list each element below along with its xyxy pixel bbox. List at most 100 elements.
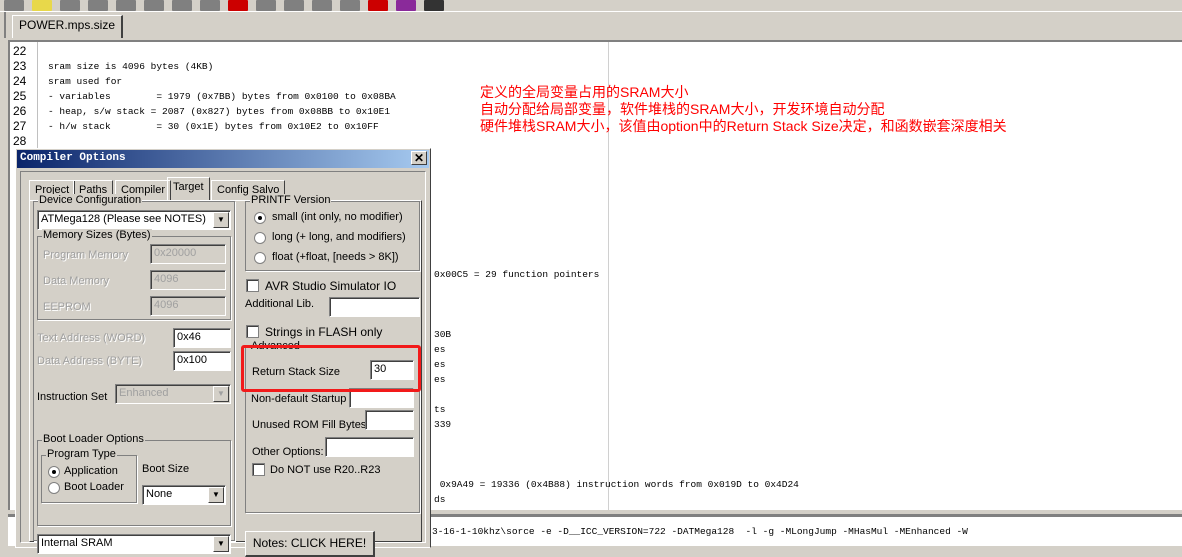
strings-flash-checkbox[interactable]: [246, 325, 259, 338]
chevron-down-icon[interactable]: ▼: [208, 487, 224, 503]
no-r20-checkbox[interactable]: [252, 463, 265, 476]
instruction-set-select[interactable]: Enhanced ▼: [115, 384, 231, 404]
printf-float-radio[interactable]: [254, 252, 266, 264]
paste-icon[interactable]: [172, 0, 192, 11]
chip-icon[interactable]: [312, 0, 332, 11]
application-label: Application: [64, 465, 118, 477]
memory-sizes-label: Memory Sizes (Bytes): [42, 229, 152, 241]
options-icon[interactable]: [284, 0, 304, 11]
printf-long-radio[interactable]: [254, 232, 266, 244]
eeprom-label: EEPROM: [43, 301, 91, 313]
data-address-label: Data Address (BYTE): [37, 355, 143, 367]
boot-loader-radio-label: Boot Loader: [64, 481, 124, 493]
printf-version-label: PRINTF Version: [250, 194, 332, 206]
line-number: 28: [13, 134, 27, 148]
code-line-fragment: 30B: [434, 329, 452, 340]
line-number: 23: [13, 59, 27, 73]
printf-float-label: float (+float, [needs > 8K]): [272, 251, 399, 263]
strings-flash-label: Strings in FLASH only: [265, 325, 383, 339]
memory-type-value: Internal SRAM: [41, 537, 113, 549]
close-icon[interactable]: ✕: [411, 151, 427, 165]
no-r20-label: Do NOT use R20..R23: [270, 464, 381, 476]
additional-lib-field[interactable]: [329, 297, 420, 317]
code-line-fragment: es: [434, 359, 446, 370]
file-tabstrip: POWER.mps.size: [4, 12, 1182, 38]
data-memory-field[interactable]: 4096: [150, 270, 226, 290]
program-type-label: Program Type: [46, 448, 117, 460]
chevron-down-icon[interactable]: ▼: [213, 536, 229, 552]
code-line: - h/w stack = 30 (0x1E) bytes from 0x10E…: [48, 121, 379, 132]
boot-loader-radio[interactable]: [48, 482, 60, 494]
instruction-set-value: Enhanced: [119, 387, 169, 399]
build-icon[interactable]: [228, 0, 248, 11]
code-line: - heap, s/w stack = 2087 (0x827) bytes f…: [48, 106, 391, 117]
nondefault-startup-label: Non-default Startup: [251, 393, 347, 405]
printf-version-group: PRINTF Version small (int only, no modif…: [245, 194, 420, 271]
line-number: 26: [13, 104, 27, 118]
toolbar: [0, 0, 1182, 12]
wizard-icon[interactable]: [396, 0, 416, 11]
code-line-fragment: 339: [434, 419, 452, 430]
printf-small-radio[interactable]: [254, 212, 266, 224]
file-tab[interactable]: POWER.mps.size: [12, 15, 124, 38]
open-folder-icon[interactable]: [32, 0, 52, 11]
line-number: 22: [13, 44, 27, 58]
code-line-fragment: ds: [434, 494, 446, 505]
boot-loader-label: Boot Loader Options: [42, 433, 145, 445]
code-line-fragment: es: [434, 344, 446, 355]
data-address-field[interactable]: 0x100: [173, 351, 231, 371]
package-icon[interactable]: [88, 0, 108, 11]
highlight-box: [241, 345, 421, 392]
tab-target[interactable]: Target: [167, 177, 210, 201]
save-icon[interactable]: [60, 0, 80, 11]
program-type-group: Program Type Application Boot Loader: [41, 448, 137, 503]
device-select[interactable]: ATMega128 (Please see NOTES) ▼: [37, 210, 231, 230]
printf-small-label: small (int only, no modifier): [272, 211, 403, 223]
boot-size-label: Boot Size: [142, 463, 190, 475]
boot-size-value: None: [146, 488, 173, 500]
program-memory-field[interactable]: 0x20000: [150, 244, 226, 264]
code-line-fragment: 0x00C5 = 29 function pointers: [434, 269, 600, 280]
dialog-title-bar[interactable]: Compiler Options ✕: [17, 150, 429, 168]
printf-long-label: long (+ long, and modifiers): [272, 231, 406, 243]
boot-size-select[interactable]: None ▼: [142, 485, 226, 505]
application-radio[interactable]: [48, 466, 60, 478]
binary-icon[interactable]: [368, 0, 388, 11]
copy-icon[interactable]: [144, 0, 164, 11]
code-line-fragment: es: [434, 374, 446, 385]
notes-button[interactable]: Notes: CLICK HERE!: [245, 531, 375, 557]
avr-sim-checkbox[interactable]: [246, 279, 259, 292]
cut-icon[interactable]: [116, 0, 136, 11]
text-address-label: Text Address (WORD): [37, 332, 146, 344]
line-number: 27: [13, 119, 27, 133]
chevron-down-icon[interactable]: ▼: [213, 212, 229, 228]
avr-sim-label: AVR Studio Simulator IO: [265, 279, 397, 293]
unused-rom-label: Unused ROM Fill Bytes: [252, 419, 367, 431]
code-line: sram size is 4096 bytes (4KB): [48, 61, 214, 72]
device-value: ATMega128 (Please see NOTES): [41, 213, 206, 225]
new-file-icon[interactable]: [4, 0, 24, 11]
additional-lib-label: Additional Lib.: [245, 298, 315, 310]
find-icon[interactable]: [200, 0, 220, 11]
stop-icon[interactable]: [256, 0, 276, 11]
other-options-field[interactable]: [325, 437, 414, 457]
text-address-field[interactable]: 0x46: [173, 328, 231, 348]
program-memory-label: Program Memory: [43, 249, 128, 261]
dialog-title: Compiler Options: [20, 152, 126, 164]
memory-sizes-group: Memory Sizes (Bytes) Program Memory 0x20…: [37, 229, 231, 320]
instruction-set-label: Instruction Set: [37, 391, 108, 403]
programmer-icon[interactable]: [424, 0, 444, 11]
other-options-label: Other Options:: [252, 446, 324, 458]
eeprom-field[interactable]: 4096: [150, 296, 226, 316]
chevron-down-icon[interactable]: ▼: [213, 386, 229, 402]
device-config-label: Device Configuration: [38, 194, 143, 206]
code-line: sram used for: [48, 76, 123, 87]
memory-type-select[interactable]: Internal SRAM ▼: [37, 534, 231, 554]
chip2-icon[interactable]: [340, 0, 360, 11]
annotation-hw-stack: 硬件堆栈SRAM大小，该值由option中的Return Stack Size决…: [480, 118, 1007, 134]
unused-rom-field[interactable]: [365, 410, 414, 430]
code-line: - variables = 1979 (0x7BB) bytes from 0x…: [48, 91, 396, 102]
data-memory-label: Data Memory: [43, 275, 110, 287]
code-line-fragment: ts: [434, 404, 446, 415]
line-number: 24: [13, 74, 27, 88]
